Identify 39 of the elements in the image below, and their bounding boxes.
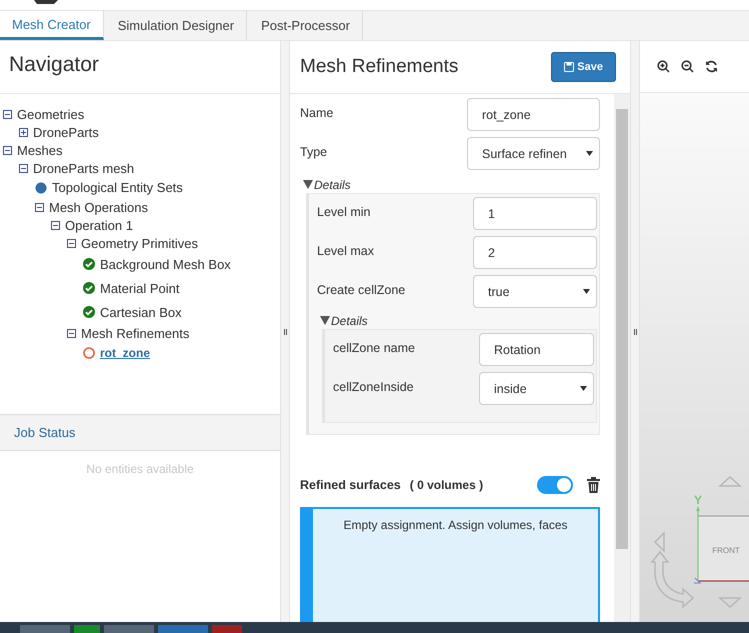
tree-link[interactable]: rot_zone (100, 346, 150, 360)
input-field[interactable]: 2 (473, 236, 597, 269)
tree-item[interactable]: DroneParts mesh (33, 160, 134, 176)
field-label: Name (300, 105, 334, 120)
dropdown[interactable]: inside (479, 372, 594, 405)
tree-item[interactable]: Meshes (17, 142, 63, 158)
panel-title: Mesh Refinements (300, 56, 458, 78)
save-button[interactable]: Save (551, 52, 616, 82)
tree-item[interactable]: Topological Entity Sets (52, 180, 183, 195)
field-label: Type (300, 144, 328, 159)
field-label: cellZoneInside (333, 379, 414, 394)
field-label: cellZone name (333, 340, 415, 355)
tree-item[interactable]: Background Mesh Box (100, 256, 231, 272)
tab[interactable]: Mesh Creator (0, 11, 104, 40)
assignment-box[interactable]: Empty assignment. Assign volumes, faces (300, 507, 600, 622)
section-header[interactable]: Job Status (0, 415, 280, 451)
tree-item[interactable]: DroneParts (33, 124, 99, 140)
input-field[interactable]: rot_zone (467, 98, 600, 131)
input-field[interactable]: 1 (473, 197, 597, 230)
field-label: Level min (317, 204, 370, 219)
input-field[interactable]: Rotation (479, 333, 594, 366)
volume-count: ( 0 volumes ) (410, 478, 484, 492)
field-label: Create cellZone (317, 282, 406, 297)
tree-item[interactable]: Mesh Operations (49, 200, 148, 214)
tree-item[interactable]: Geometries (17, 106, 84, 122)
details-toggle[interactable]: Details (317, 312, 368, 329)
section-label: Refined surfaces (300, 478, 401, 492)
tree-item[interactable]: Mesh Refinements (81, 326, 190, 340)
details-toggle[interactable]: Details (300, 176, 351, 193)
axis-label: Y (694, 493, 702, 507)
dropdown[interactable]: Surface refinen (467, 137, 600, 170)
assignment-message: Empty assignment. Assign volumes, faces (343, 518, 568, 532)
tree-item[interactable]: Geometry Primitives (81, 236, 198, 250)
tree-item[interactable]: Cartesian Box (100, 304, 182, 320)
tree-item[interactable]: Operation 1 (65, 218, 133, 232)
field-label: Level max (317, 243, 374, 258)
cube-face-label: FRONT (712, 546, 740, 555)
tree-item[interactable]: Material Point (100, 280, 180, 296)
dropdown[interactable]: true (473, 275, 597, 308)
